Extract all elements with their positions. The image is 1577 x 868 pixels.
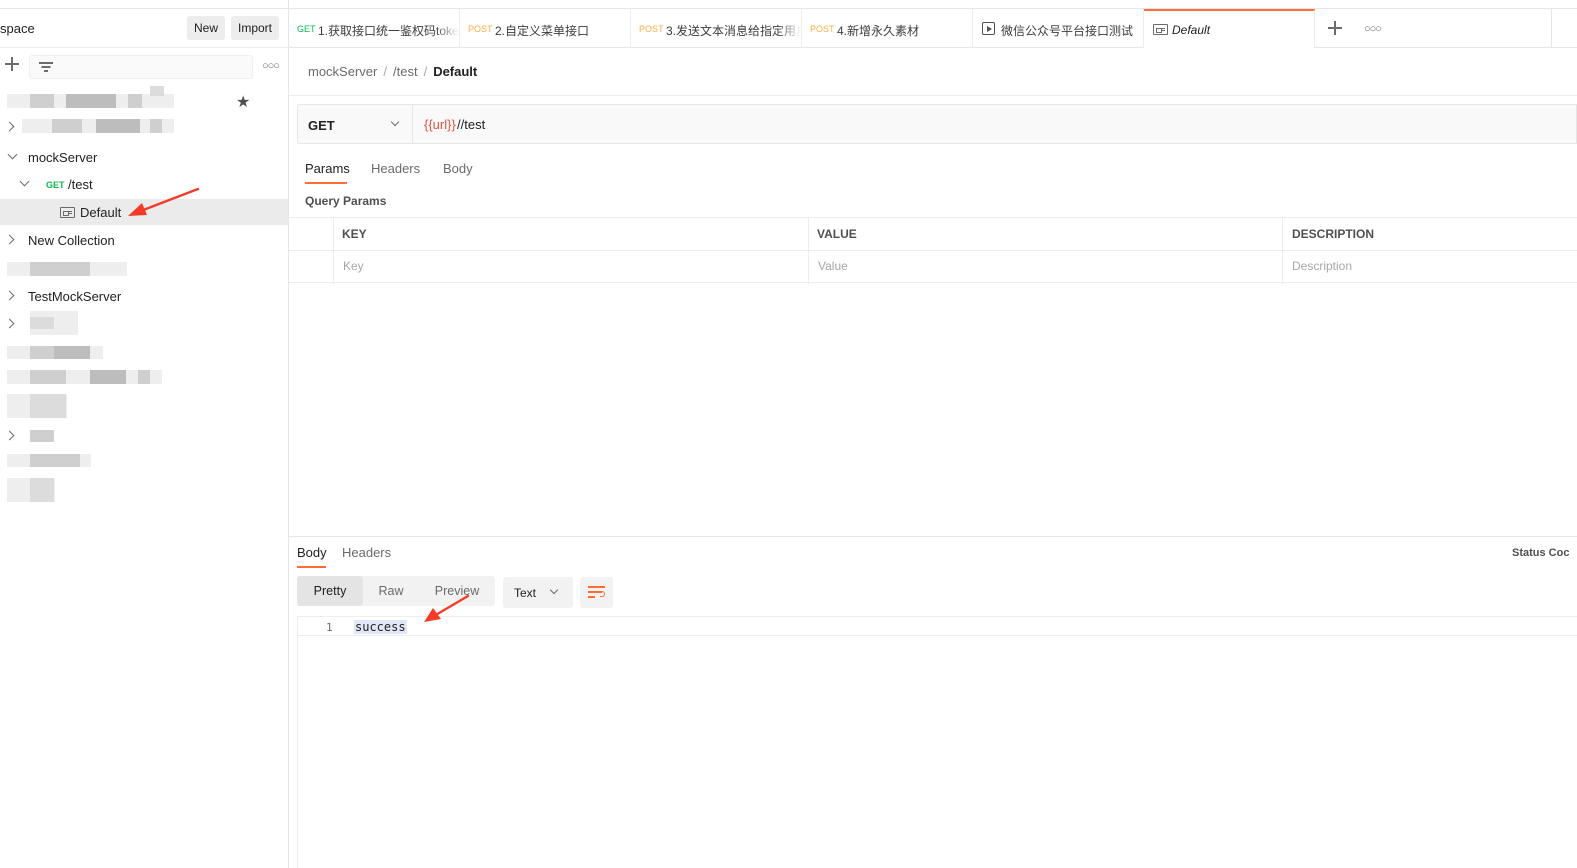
column-description: DESCRIPTION [1292, 227, 1375, 241]
tab-body[interactable]: Body [443, 161, 473, 176]
chevron-down-icon [19, 176, 30, 187]
chevron-down-icon [549, 585, 559, 595]
tab-method: POST [639, 24, 664, 34]
tab-request-3[interactable]: POST 3.发送文本消息给指定用户 [631, 9, 802, 48]
breadcrumb-collection[interactable]: mockServer [308, 64, 377, 79]
code-line: 1 success [298, 617, 1577, 636]
tab-method: POST [810, 24, 835, 34]
runner-icon [982, 22, 995, 35]
new-tab-plus-icon[interactable] [1327, 20, 1343, 36]
chevron-down-icon [7, 149, 18, 160]
star-icon[interactable]: ★ [236, 92, 250, 112]
view-preview-button[interactable]: Preview [419, 576, 495, 606]
tab-request-4[interactable]: POST 4.新增永久素材 [802, 9, 973, 48]
collection-mockserver[interactable]: mockServer [0, 144, 288, 170]
tab-title: Default [1172, 23, 1211, 37]
tab-title: 2.自定义菜单接口 [495, 24, 590, 38]
wrap-lines-button[interactable] [580, 577, 613, 608]
sidebar-toolbar: ○○○ [0, 48, 289, 86]
filter-input[interactable] [29, 55, 253, 79]
column-value: VALUE [817, 227, 857, 241]
url-path: //test [457, 117, 486, 132]
request-label: /test [68, 177, 93, 192]
tab-bar: GET 1.获取接口统一鉴权码token POST 2.自定义菜单接口 POST… [289, 8, 1577, 48]
breadcrumb: mockServer //test / Default [308, 64, 478, 79]
sidebar-header: space New Import [0, 8, 289, 48]
tree-row-blurred-2[interactable] [0, 114, 288, 140]
example-label: Default [80, 205, 122, 220]
plus-icon[interactable] [4, 56, 20, 72]
workspace-title: space [0, 21, 35, 36]
format-select[interactable]: Text [503, 577, 573, 608]
collection-testmockserver[interactable]: TestMockServer [0, 283, 288, 309]
chevron-right-icon [4, 290, 15, 301]
method-select[interactable]: GET [297, 104, 412, 144]
filter-icon [39, 61, 53, 73]
collection-label: New Collection [28, 233, 115, 248]
method-tag: GET [46, 180, 65, 190]
params-table: KEY VALUE DESCRIPTION Key Value Descript… [289, 217, 1577, 284]
new-button[interactable]: New [187, 16, 226, 40]
tab-title: 微信公众号平台接口测试 [1001, 24, 1134, 38]
sidebar: space New Import ○○○ ★ mockServer GET /t… [0, 0, 289, 868]
chevron-right-icon [4, 121, 15, 132]
chevron-down-icon [390, 117, 400, 127]
tab-request-2[interactable]: POST 2.自定义菜单接口 [460, 9, 631, 48]
example-icon [1153, 24, 1168, 35]
line-number: 1 [326, 621, 333, 634]
view-raw-button[interactable]: Raw [363, 576, 419, 606]
response-body-text[interactable]: success [354, 620, 407, 634]
tab-params[interactable]: Params [305, 161, 350, 176]
response-editor[interactable]: 1 success [297, 616, 1577, 868]
description-field[interactable]: Description [1292, 259, 1352, 273]
query-params-label: Query Params [305, 194, 387, 208]
collection-new-collection[interactable]: New Collection [0, 227, 288, 253]
response-tab-body[interactable]: Body [297, 545, 327, 560]
chevron-right-icon [4, 430, 15, 441]
chevron-right-icon [4, 318, 15, 329]
response-divider[interactable] [289, 536, 1577, 537]
tab-method: POST [468, 24, 493, 34]
import-button[interactable]: Import [231, 16, 280, 40]
breadcrumb-request[interactable]: /test [393, 64, 418, 79]
tab-headers[interactable]: Headers [371, 161, 420, 176]
collection-label: mockServer [28, 150, 98, 165]
more-icon[interactable]: ○○○ [262, 60, 280, 72]
tab-title: 4.新增永久素材 [837, 24, 920, 38]
wrap-lines-icon [588, 585, 605, 600]
format-value: Text [514, 586, 537, 600]
tree-row-blurred-4[interactable] [0, 311, 288, 337]
column-key: KEY [342, 227, 367, 241]
status-code-label: Status Coc [1512, 547, 1570, 559]
response-tab-headers[interactable]: Headers [342, 545, 391, 560]
url-input[interactable]: {{url}} //test [412, 104, 1577, 144]
tab-default-active[interactable]: Default [1144, 9, 1315, 48]
request-get-test[interactable]: GET /test [0, 171, 288, 197]
breadcrumb-current: Default [433, 64, 478, 79]
tree-row-blurred-7[interactable] [0, 423, 288, 449]
more-icon[interactable]: ○○○ [1364, 23, 1382, 35]
example-icon [60, 207, 75, 218]
example-default[interactable]: Default [0, 199, 288, 225]
collection-label: TestMockServer [28, 289, 122, 304]
view-pretty-button[interactable]: Pretty [297, 576, 363, 606]
method-value: GET [308, 118, 335, 133]
value-field[interactable]: Value [818, 259, 848, 273]
tab-method: GET [297, 24, 316, 34]
url-variable: {{url}} [424, 117, 456, 132]
chevron-right-icon [4, 234, 15, 245]
view-mode-segmented: Pretty Raw Preview [297, 576, 495, 606]
key-field[interactable]: Key [343, 259, 364, 273]
tab-runner[interactable]: 微信公众号平台接口测试 [973, 9, 1144, 48]
tab-request-1[interactable]: GET 1.获取接口统一鉴权码token [289, 9, 460, 48]
